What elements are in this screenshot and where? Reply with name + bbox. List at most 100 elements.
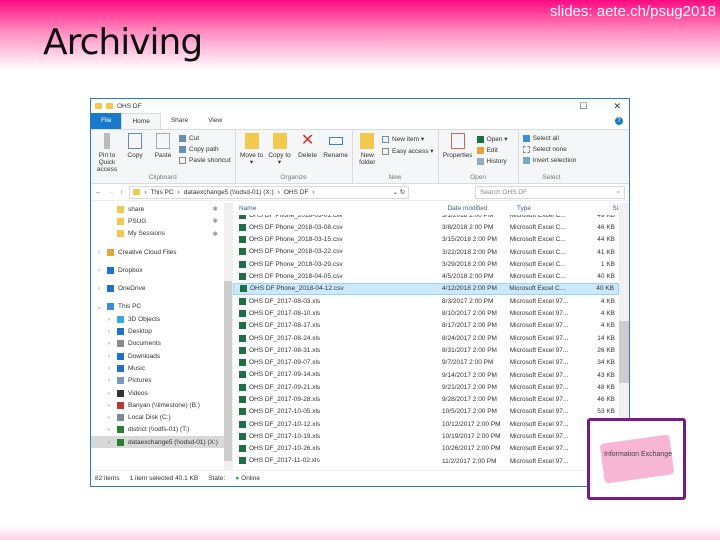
file-name: OHS DF_2017-08-10.xls <box>249 310 321 318</box>
file-row[interactable]: OHS DF_2017-09-07.xls 9/7/2017 2:00 PM Mic… <box>233 357 619 369</box>
expand-chevron-icon[interactable]: › <box>105 414 113 421</box>
file-row[interactable]: OHS DF_2017-09-28.xls 9/28/2017 2:00 PM Mi… <box>233 393 619 405</box>
nav-item[interactable]: › Creative Cloud Files <box>91 246 232 258</box>
nav-item[interactable]: › OneDrive <box>91 282 232 294</box>
maximize-button[interactable]: ☐ <box>579 101 587 112</box>
expand-chevron-icon[interactable]: › <box>105 390 113 397</box>
file-type: Microsoft Excel C... <box>509 285 566 293</box>
expand-chevron-icon[interactable]: › <box>105 316 113 323</box>
nav-item[interactable]: share ✱ <box>91 203 232 215</box>
tab-file[interactable]: File <box>91 113 122 129</box>
file-row[interactable]: OHS DF Phone_2018-04-05.csv 4/5/2018 2:00… <box>233 270 619 282</box>
expand-chevron-icon[interactable]: ⌄ <box>95 303 103 311</box>
file-row[interactable]: OHS DF_2017-10-19.xls 10/19/2017 2:00 PM M… <box>233 430 619 442</box>
expand-chevron-icon[interactable]: › <box>105 328 113 335</box>
invert-selection-button[interactable]: Invert selection <box>522 157 576 164</box>
file-date: 9/28/2017 2:00 PM <box>442 396 497 404</box>
breadcrumb-folder[interactable]: OHS DF <box>284 189 309 196</box>
edit-button[interactable]: Edit <box>476 147 508 154</box>
select-all-button[interactable]: Select all <box>522 135 577 142</box>
tab-share[interactable]: Share <box>161 113 198 129</box>
file-size: 44 KB <box>597 236 616 244</box>
search-input[interactable]: Search OHS DF ⌕ <box>475 185 625 199</box>
file-row[interactable]: OHS DF Phone_2018-03-15.csv 3/15/2018 2:0… <box>233 234 619 246</box>
file-row[interactable]: OHS DF_2017-09-21.xls 9/21/2017 2:00 PM Mi… <box>233 381 619 393</box>
nav-item[interactable]: › Videos <box>91 387 232 399</box>
file-row[interactable]: OHS DF Phone_2018-03-22.csv 3/22/2018 2:0… <box>233 246 619 258</box>
quick-access-folder-icon[interactable] <box>106 103 113 109</box>
file-row[interactable]: OHS DF_2017-08-24.xls 8/24/2017 2:00 PM Mi… <box>233 332 619 344</box>
file-row[interactable]: OHS DF_2017-10-12.xls 10/12/2017 2:00 PM M… <box>233 418 619 430</box>
forward-button[interactable]: → <box>108 189 115 196</box>
file-row[interactable]: OHS DF_2017-11-02.xls 11/2/2017 2:00 PM Mi… <box>233 455 619 467</box>
file-row[interactable]: OHS DF Phone_2018-04-12.csv 4/12/2018 2:0… <box>233 282 619 296</box>
nav-item[interactable]: PSUG ✱ <box>91 215 232 227</box>
address-row: ← → ↑ › This PC › dataexchange5 (\\odsd-0… <box>91 184 629 201</box>
address-bar[interactable]: › This PC › dataexchange5 (\\odsd-01) (X:… <box>129 185 410 199</box>
nav-item[interactable]: › district (\\odfs-01) (T:) <box>91 424 232 436</box>
nav-item[interactable]: › Pictures <box>91 375 232 387</box>
expand-chevron-icon[interactable]: › <box>105 402 113 409</box>
file-type: Microsoft Excel 97... <box>509 396 569 404</box>
nav-item[interactable]: › Banyan (\\limestone) (B:) <box>91 399 232 411</box>
nav-item-label: dataexchange5 (\\odsd-01) (X:) <box>128 438 218 446</box>
scrollbar-thumb[interactable] <box>619 321 629 383</box>
breadcrumb-drive[interactable]: dataexchange5 (\\odsd-01) (X:) <box>184 189 274 196</box>
nav-item[interactable]: › 3D Objects <box>91 313 232 325</box>
expand-chevron-icon[interactable]: › <box>105 377 113 384</box>
back-button[interactable]: ← <box>95 189 102 196</box>
file-row[interactable]: OHS DF_2017-08-31.xls 8/31/2017 2:00 PM Mi… <box>233 344 619 356</box>
nav-item[interactable]: › Downloads <box>91 350 232 362</box>
nav-item[interactable]: My Sessions ✱ <box>91 228 232 240</box>
file-row[interactable]: OHS DF_2017-10-26.xls 10/26/2017 2:00 PM M… <box>233 443 619 455</box>
nav-item[interactable]: ⌄ This PC <box>91 301 232 313</box>
new-item-button[interactable]: New item ▾ <box>382 135 434 143</box>
file-type: Microsoft Excel 97... <box>509 408 569 416</box>
file-row[interactable]: OHS DF Phone_2018-03-29.csv 3/29/2018 2:0… <box>233 258 619 270</box>
file-row[interactable]: OHS DF_2017-08-03.xls 8/3/2017 2:00 PM Mic… <box>233 295 619 307</box>
refresh-icon[interactable]: ⌄ ↻ <box>393 188 409 196</box>
file-row[interactable]: OHS DF_2017-08-10.xls 8/10/2017 2:00 PM Mi… <box>233 307 619 319</box>
expand-chevron-icon[interactable]: › <box>105 426 113 433</box>
paste-shortcut-button[interactable]: Paste shortcut <box>179 157 231 164</box>
easy-access-button[interactable]: Easy access ▾ <box>382 147 434 155</box>
cut-button[interactable]: Cut <box>179 135 231 142</box>
select-none-button[interactable]: Select none <box>522 146 577 153</box>
nav-item[interactable]: › Documents <box>91 338 232 350</box>
expand-chevron-icon[interactable]: › <box>105 365 113 372</box>
up-button[interactable]: ↑ <box>120 189 123 196</box>
column-date-modified[interactable]: Date modified <box>447 205 516 212</box>
history-button[interactable]: History <box>476 158 508 165</box>
excel-file-icon <box>239 297 246 305</box>
nav-item[interactable]: › dataexchange5 (\\odsd-01) (X:) <box>91 436 232 449</box>
copy-path-button[interactable]: Copy path <box>179 146 231 153</box>
nav-scrollbar[interactable] <box>224 203 232 470</box>
close-button[interactable]: ✕ <box>613 101 621 112</box>
column-name[interactable]: Name <box>233 205 447 212</box>
file-row[interactable]: OHS DF_2017-10-05.xls 10/5/2017 2:00 PM Mi… <box>233 406 619 418</box>
nav-item[interactable]: › Dropbox <box>91 264 232 276</box>
nav-item[interactable]: › Local Disk (C:) <box>91 411 232 423</box>
tab-home[interactable]: Home <box>121 113 161 129</box>
file-row[interactable]: OHS DF_2017-08-17.xls 8/17/2017 2:00 PM Mi… <box>233 320 619 332</box>
file-row[interactable]: OHS DF_2017-09-14.xls 9/14/2017 2:00 PM Mi… <box>233 369 619 381</box>
breadcrumb-this-pc[interactable]: This PC <box>150 189 173 196</box>
expand-chevron-icon[interactable]: › <box>105 353 113 360</box>
file-row[interactable]: OHS DF Phone_2018-03-08.csv 3/8/2018 2:00… <box>233 221 619 233</box>
column-type[interactable]: Type <box>517 205 586 212</box>
tab-view[interactable]: View <box>198 113 232 129</box>
expand-chevron-icon[interactable]: › <box>105 439 113 446</box>
expand-chevron-icon[interactable]: › <box>95 267 103 274</box>
excel-file-icon <box>239 273 246 281</box>
nav-item[interactable]: › Music <box>91 362 232 374</box>
expand-chevron-icon[interactable]: › <box>95 249 103 256</box>
expand-chevron-icon[interactable]: › <box>105 340 113 347</box>
scissors-icon <box>179 135 186 142</box>
file-date: 8/10/2017 2:00 PM <box>442 310 497 318</box>
file-name: OHS DF_2017-08-31.xls <box>249 347 321 355</box>
nav-item[interactable]: › Desktop <box>91 325 232 337</box>
help-icon[interactable]: ? <box>615 117 623 125</box>
nav-scrollbar-thumb[interactable] <box>224 281 232 461</box>
expand-chevron-icon[interactable]: › <box>95 285 103 292</box>
open-button[interactable]: Open ▾ <box>476 135 508 143</box>
